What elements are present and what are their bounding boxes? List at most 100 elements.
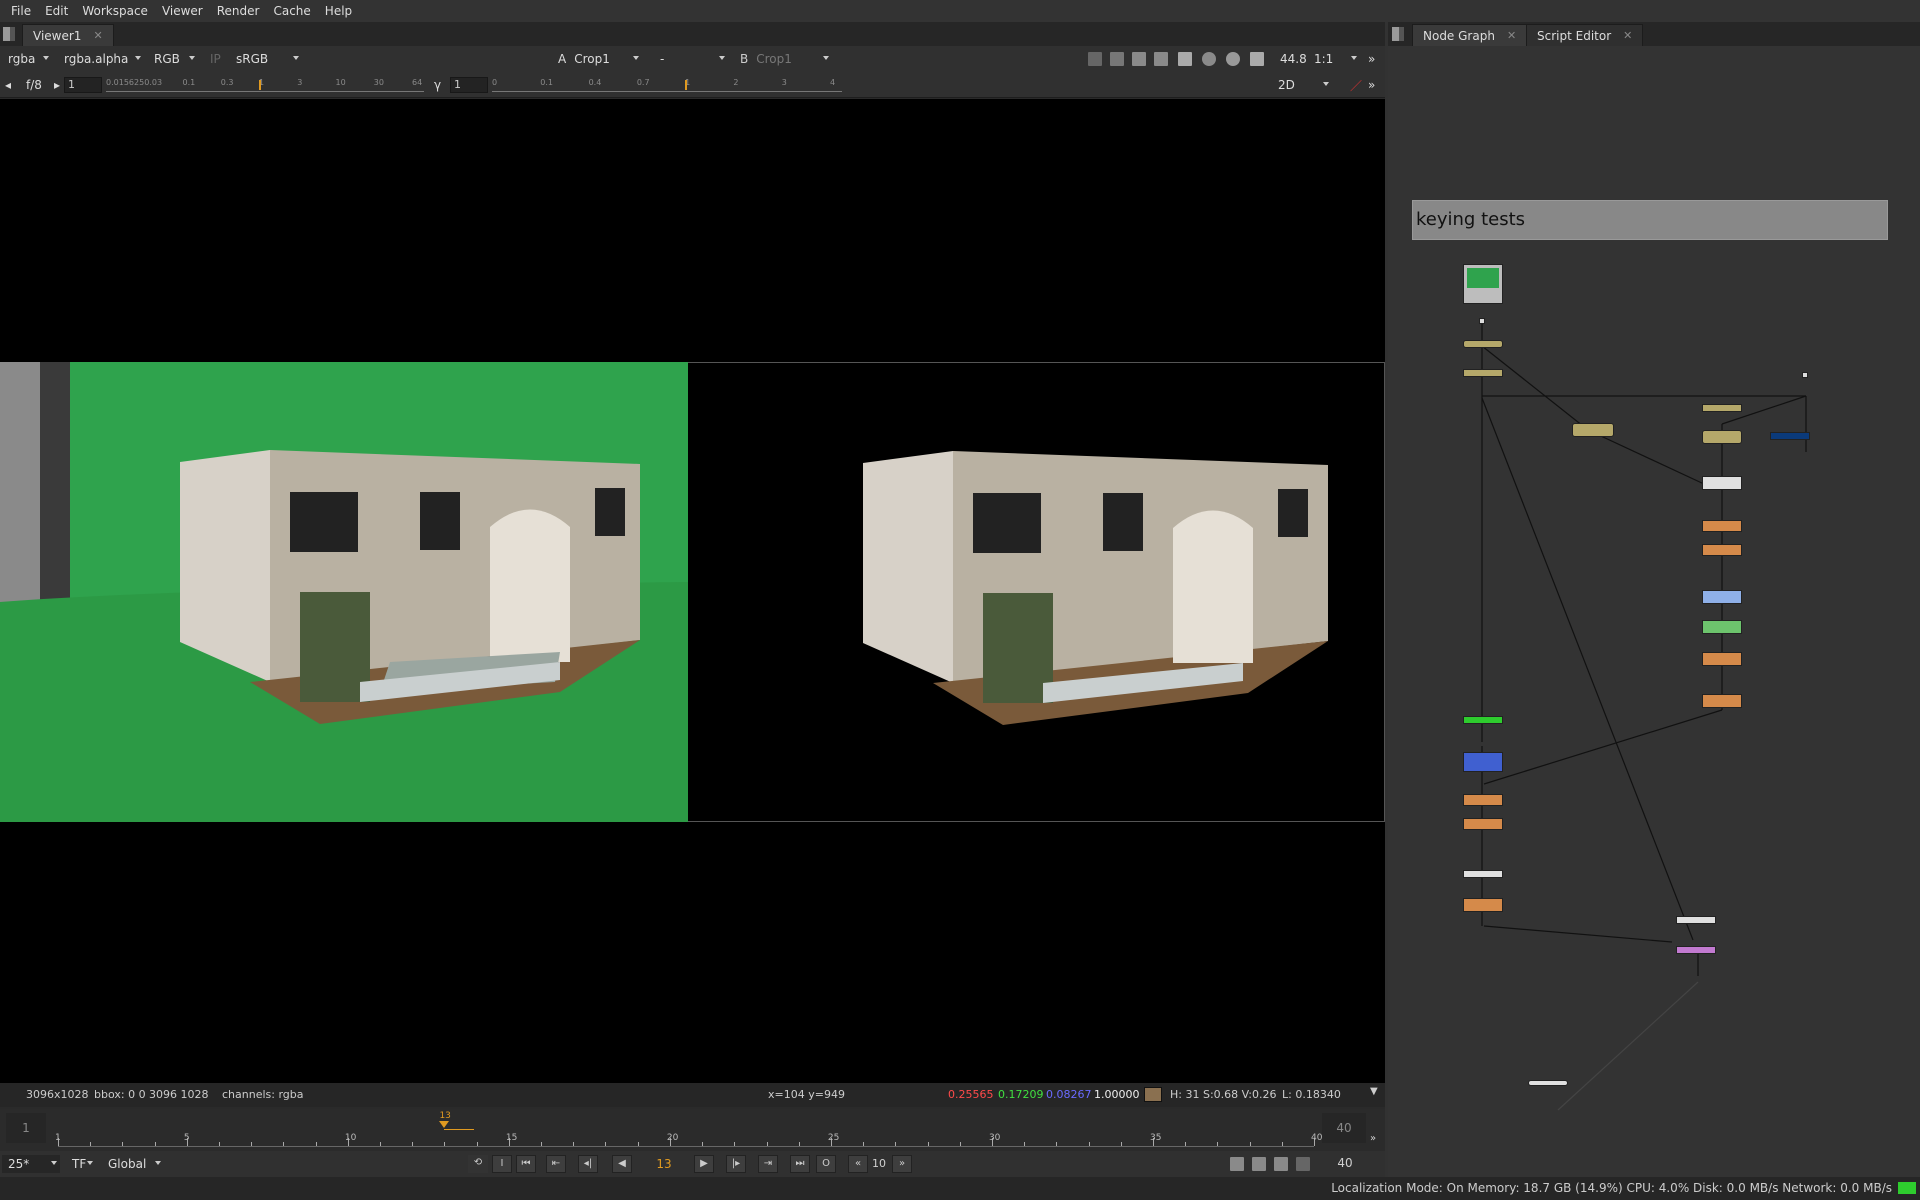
transform-node[interactable] [1702,430,1742,444]
menu-item-workspace[interactable]: Workspace [75,4,155,18]
frame-range-dropdown[interactable]: Global [102,1155,164,1173]
filter-node[interactable] [1463,794,1503,806]
roi-icon[interactable] [1088,52,1102,66]
keyer-node[interactable] [1702,620,1742,634]
channel-node[interactable] [1463,752,1503,772]
read-node-thumbnail[interactable] [1463,264,1503,304]
play-backward-icon[interactable]: ◀ [612,1155,632,1173]
proxy-icon[interactable] [1296,1157,1310,1171]
input-a-dropdown[interactable]: A Crop1 [552,50,642,68]
skip-forward-icon[interactable]: » [892,1155,912,1173]
fps-dropdown[interactable]: 25* [2,1155,60,1173]
skip-back-icon[interactable]: « [848,1155,868,1173]
lock-icon[interactable] [1274,1157,1288,1171]
fstop-increase-icon[interactable]: ▸ [52,76,64,94]
timeline[interactable]: 1 1 5 10 15 20 25 30 35 40 13 40 » [0,1109,1385,1151]
transform-node[interactable] [1463,340,1503,348]
settings-gear-icon[interactable] [1226,52,1240,66]
color-node[interactable] [1702,590,1742,604]
menu-item-render[interactable]: Render [210,4,267,18]
viewer-input-node[interactable] [1770,432,1810,440]
dot-node[interactable] [1802,372,1808,378]
filter-node[interactable] [1702,544,1742,556]
crop-node[interactable] [1676,946,1716,954]
gain-slider[interactable]: 0.015625 0.03 0.1 0.3 1 3 10 30 64 [106,78,424,92]
timeline-track[interactable]: 1 5 10 15 20 25 30 35 40 13 [55,1111,1322,1147]
channels-dropdown[interactable]: rgba [2,50,52,68]
viewer-viewport[interactable] [0,99,1385,1083]
current-frame-field[interactable]: 13 [646,1155,682,1173]
zoom-dropdown[interactable]: 1:1 [1308,50,1360,68]
tab-node-graph[interactable]: Node Graph ✕ [1412,24,1528,46]
overlay-list-icon[interactable] [1178,52,1192,66]
play-forward-icon[interactable]: ▶ [694,1155,714,1173]
prev-keyframe-icon[interactable]: ⇤ [546,1155,566,1173]
timeline-expand-icon[interactable]: » [1370,1133,1376,1144]
playback-mode-icon[interactable]: ⟲ [468,1155,488,1173]
merge-node[interactable] [1463,870,1503,878]
pause-icon[interactable] [1250,52,1264,66]
close-icon[interactable]: ✕ [93,29,102,42]
lut-dropdown[interactable]: sRGB [230,50,302,68]
pane-menu-icon[interactable] [3,27,15,41]
flipbook-icon[interactable] [1230,1157,1244,1171]
skip-step-field[interactable]: 10 [870,1155,888,1173]
close-icon[interactable]: ✕ [1623,29,1632,42]
menu-item-file[interactable]: File [4,4,38,18]
playhead[interactable] [439,1121,450,1128]
transform-node[interactable] [1572,423,1614,437]
node-graph-canvas[interactable]: keying tests [1388,46,1920,1177]
slider-handle[interactable] [685,80,688,90]
refresh-icon[interactable] [1202,52,1216,66]
next-keyframe-icon[interactable]: ⇥ [758,1155,778,1173]
in-point-button[interactable]: I [492,1155,512,1173]
pane-menu-icon[interactable] [1392,27,1404,41]
view-mode-dropdown[interactable]: 2D [1272,76,1332,94]
goto-end-icon[interactable]: ⏭ [790,1155,810,1173]
dot-node[interactable] [1479,318,1485,324]
gamma-slider[interactable]: 0 0.1 0.4 0.7 1 2 3 4 [492,78,842,92]
goto-start-icon[interactable]: ⏮ [516,1155,536,1173]
display-channels-dropdown[interactable]: RGB [148,50,198,68]
paint-icon[interactable]: ／ [1348,76,1364,94]
ip-button[interactable]: IP [204,50,226,68]
tab-script-editor[interactable]: Script Editor ✕ [1526,24,1644,46]
alpha-channel-dropdown[interactable]: rgba.alpha [58,50,144,68]
timeline-end-frame[interactable]: 40 [1322,1113,1366,1143]
tab-viewer1[interactable]: Viewer1 ✕ [22,24,114,46]
transform-node[interactable] [1702,404,1742,412]
close-icon[interactable]: ✕ [1507,29,1516,42]
record-icon[interactable] [1252,1157,1266,1171]
tf-dropdown[interactable]: TF [66,1155,96,1173]
input-b-dropdown[interactable]: B Crop1 [734,50,832,68]
viewer-expand-icon[interactable]: » [1368,50,1382,68]
composite-operation-dropdown[interactable]: - [654,50,728,68]
wipe-icon[interactable] [1132,52,1146,66]
next-frame-icon[interactable]: |▸ [726,1155,746,1173]
safe-frame-icon[interactable] [1110,52,1124,66]
last-frame-field[interactable]: 40 [1330,1156,1360,1170]
keyer-node[interactable] [1463,716,1503,724]
gamma-input[interactable]: 1 [450,77,488,93]
menu-item-help[interactable]: Help [318,4,359,18]
merge-node[interactable] [1676,916,1716,924]
filter-node[interactable] [1463,898,1503,912]
menu-item-cache[interactable]: Cache [266,4,317,18]
transform-node[interactable] [1463,369,1503,377]
slider-handle[interactable] [259,80,261,90]
menu-item-edit[interactable]: Edit [38,4,75,18]
viewer-toolbar-expand-icon[interactable]: » [1368,76,1382,94]
viewer-node[interactable] [1528,1080,1568,1086]
fstop-decrease-icon[interactable]: ◂ [2,76,16,94]
filter-node[interactable] [1702,520,1742,532]
filter-node[interactable] [1463,818,1503,830]
info-expand-icon[interactable]: ▼ [1370,1086,1378,1097]
timeline-start-frame[interactable]: 1 [6,1113,46,1143]
out-point-button[interactable]: O [816,1155,836,1173]
filter-node[interactable] [1702,694,1742,708]
filter-node[interactable] [1702,652,1742,666]
menu-item-viewer[interactable]: Viewer [155,4,210,18]
clipping-warning-icon[interactable] [1154,52,1168,66]
gain-input[interactable]: 1 [64,77,102,93]
merge-node[interactable] [1702,476,1742,490]
